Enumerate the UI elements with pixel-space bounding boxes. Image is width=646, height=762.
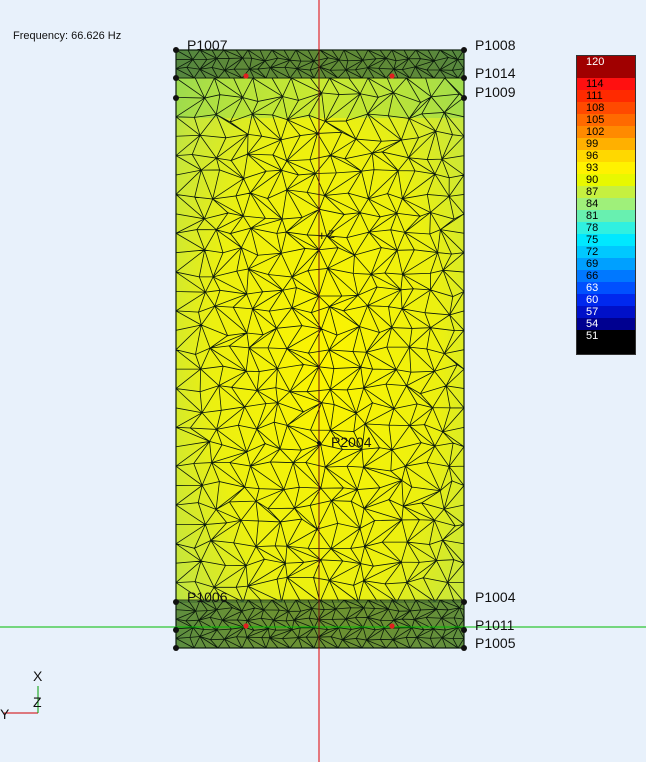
label-p1004: P1004 [475,589,516,605]
node-p2004[interactable] [317,441,321,445]
legend-entry: 51 [577,330,635,348]
frequency-readout: Frequency: 66.626 Hz [13,30,122,42]
legend-entry: 93 [577,162,635,174]
bottom-band [176,600,464,648]
legend-entry: 66 [577,270,635,282]
legend-entry: 84 [577,198,635,210]
node-p1008[interactable] [461,47,467,53]
legend-entry: 105 [577,114,635,126]
center-marker-plus: + [318,228,326,243]
legend-entry: 99 [577,138,635,150]
legend-entry: 90 [577,174,635,186]
node-p1011-left[interactable] [173,627,179,633]
node-p1014[interactable] [461,75,467,81]
legend-entry: 69 [577,258,635,270]
legend-entry: 102 [577,126,635,138]
node-p1004[interactable] [461,599,467,605]
label-p1014: P1014 [475,65,516,81]
triad-x-label: X [33,668,43,684]
model-viewport[interactable]: + Z [0,0,646,762]
label-p1006: P1006 [187,589,228,605]
top-band [176,50,464,78]
legend-entry: 60 [577,294,635,306]
color-legend: 120 114 111 108 105 102 99 96 93 90 87 84 81 78 75 72 69… [576,55,636,355]
node-p1009-left[interactable] [173,95,179,101]
node-p1009[interactable] [461,95,467,101]
label-p1008: P1008 [475,37,516,53]
legend-entry: 111 [577,90,635,102]
legend-entry: 120 [577,56,635,78]
legend-entry: 81 [577,210,635,222]
node-p1005-left[interactable] [173,645,179,651]
legend-entry: 108 [577,102,635,114]
label-p1011: P1011 [475,617,515,633]
legend-entry: 96 [577,150,635,162]
legend-entry: 57 [577,306,635,318]
label-p1005: P1005 [475,635,516,651]
mesh-plate [176,50,464,648]
triad-y-label: Y [0,706,10,722]
legend-entry: 63 [577,282,635,294]
label-p1007: P1007 [187,37,228,53]
label-p2004: P2004 [331,434,372,450]
node-p1014-left[interactable] [173,75,179,81]
legend-entry: 54 [577,318,635,330]
triad-z-label: Z [33,694,42,710]
node-p1007[interactable] [173,47,179,53]
legend-entry: 75 [577,234,635,246]
legend-entry: 72 [577,246,635,258]
legend-entry: 78 [577,222,635,234]
node-p1011[interactable] [461,627,467,633]
legend-entry: 87 [577,186,635,198]
node-p1006[interactable] [173,599,179,605]
legend-entry: 114 [577,78,635,90]
center-marker-z: Z [328,229,335,241]
node-p1005[interactable] [461,645,467,651]
label-p1009: P1009 [475,84,516,100]
